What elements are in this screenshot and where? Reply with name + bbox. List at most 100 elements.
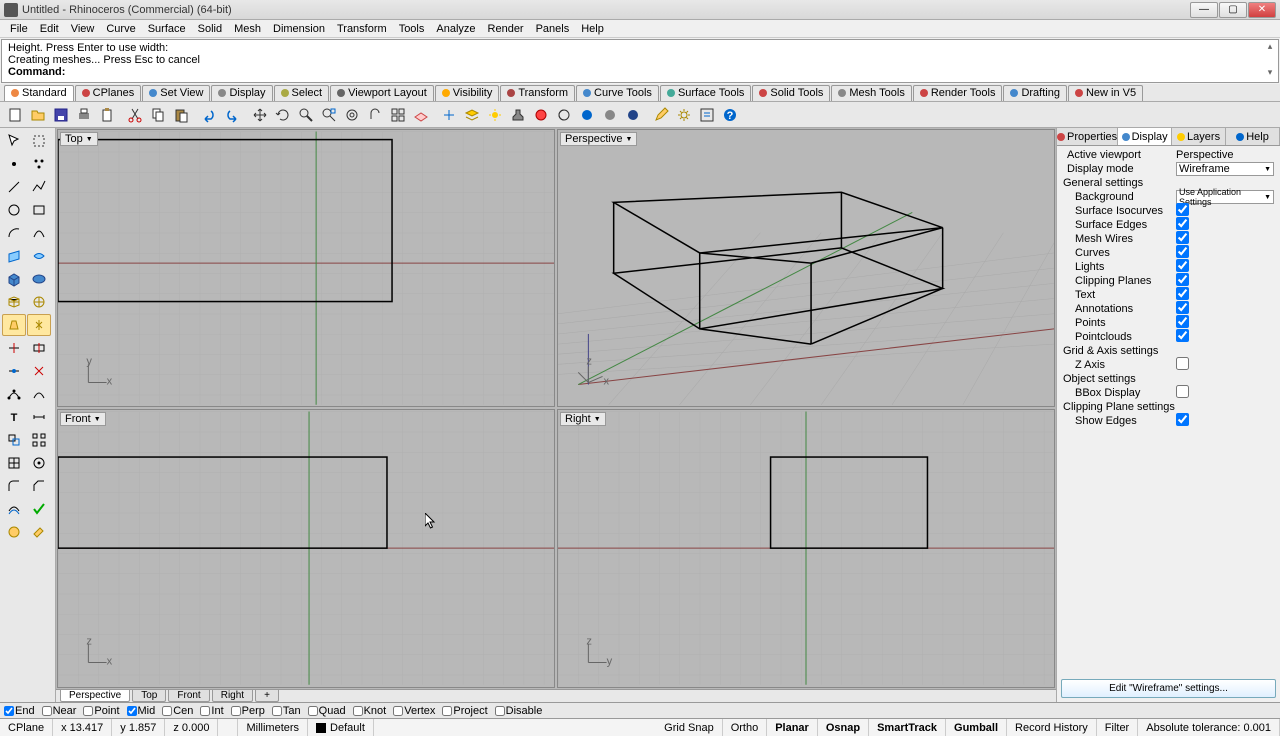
status-ortho[interactable]: Ortho bbox=[723, 719, 768, 736]
rotate-icon[interactable] bbox=[272, 104, 294, 126]
tab-viewport[interactable]: Viewport Layout bbox=[330, 85, 434, 101]
setting-checkbox-8[interactable] bbox=[1176, 315, 1189, 328]
close-button[interactable]: ✕ bbox=[1248, 2, 1276, 18]
arc-icon[interactable] bbox=[2, 222, 26, 244]
status-planar[interactable]: Planar bbox=[767, 719, 818, 736]
osnap-disable[interactable]: Disable bbox=[495, 705, 543, 717]
tab-meshtools[interactable]: Mesh Tools bbox=[831, 85, 911, 101]
osnap-vertex[interactable]: Vertex bbox=[393, 705, 435, 717]
document-options-icon[interactable] bbox=[696, 104, 718, 126]
named-position-icon[interactable] bbox=[438, 104, 460, 126]
menu-help[interactable]: Help bbox=[575, 23, 610, 35]
tab-transform[interactable]: Transform bbox=[500, 85, 575, 101]
zoom-selected-icon[interactable] bbox=[341, 104, 363, 126]
menu-transform[interactable]: Transform bbox=[331, 23, 393, 35]
revolve-icon[interactable] bbox=[27, 314, 51, 336]
rendered-icon[interactable] bbox=[622, 104, 644, 126]
clipboard-icon[interactable] bbox=[96, 104, 118, 126]
show-edges-checkbox[interactable] bbox=[1176, 413, 1189, 426]
scroll-up-icon[interactable]: ▴ bbox=[1264, 41, 1276, 53]
vptab-front[interactable]: Front bbox=[168, 690, 209, 702]
new-icon[interactable] bbox=[4, 104, 26, 126]
status-layer[interactable]: Default bbox=[308, 719, 374, 736]
mesh-icon[interactable] bbox=[2, 291, 26, 313]
vptab-right[interactable]: Right bbox=[212, 690, 253, 702]
menu-render[interactable]: Render bbox=[482, 23, 530, 35]
viewport-top[interactable]: Top▼ y x bbox=[57, 129, 555, 407]
polyline-icon[interactable] bbox=[27, 176, 51, 198]
vptab-add[interactable]: + bbox=[255, 690, 279, 702]
viewport-perspective[interactable]: Perspective▼ bbox=[557, 129, 1055, 407]
minimize-button[interactable]: — bbox=[1190, 2, 1218, 18]
snap-icon[interactable] bbox=[27, 452, 51, 474]
circle-icon[interactable] bbox=[2, 199, 26, 221]
copy-icon[interactable] bbox=[147, 104, 169, 126]
redo-icon[interactable] bbox=[221, 104, 243, 126]
scale-icon[interactable] bbox=[2, 429, 26, 451]
tab-curvetools[interactable]: Curve Tools bbox=[576, 85, 659, 101]
status-history[interactable]: Record History bbox=[1007, 719, 1097, 736]
rectangle-icon[interactable] bbox=[27, 199, 51, 221]
hide-icon[interactable] bbox=[507, 104, 529, 126]
undo-view-icon[interactable] bbox=[364, 104, 386, 126]
grid-icon[interactable] bbox=[2, 452, 26, 474]
osnap-int[interactable]: Int bbox=[200, 705, 223, 717]
dimension-icon[interactable] bbox=[27, 406, 51, 428]
status-smarttrack[interactable]: SmartTrack bbox=[869, 719, 946, 736]
panel-tab-properties[interactable]: Properties bbox=[1057, 128, 1118, 145]
setting-checkbox-4[interactable] bbox=[1176, 259, 1189, 272]
tab-display[interactable]: Display bbox=[211, 85, 272, 101]
analyze-icon[interactable] bbox=[2, 521, 26, 543]
pointer-icon[interactable] bbox=[2, 130, 26, 152]
tab-surfacetools[interactable]: Surface Tools bbox=[660, 85, 751, 101]
pointson-icon[interactable] bbox=[2, 383, 26, 405]
box-icon[interactable] bbox=[2, 268, 26, 290]
print-icon[interactable] bbox=[73, 104, 95, 126]
setting-checkbox-0[interactable] bbox=[1176, 203, 1189, 216]
menu-file[interactable]: File bbox=[4, 23, 34, 35]
points-icon[interactable] bbox=[27, 153, 51, 175]
edit-icon[interactable] bbox=[650, 104, 672, 126]
status-gumball[interactable]: Gumball bbox=[946, 719, 1007, 736]
tab-setview[interactable]: Set View bbox=[142, 85, 210, 101]
osnap-quad[interactable]: Quad bbox=[308, 705, 346, 717]
offset-icon[interactable] bbox=[2, 498, 26, 520]
zoom-icon[interactable] bbox=[295, 104, 317, 126]
toggle-icon[interactable] bbox=[484, 104, 506, 126]
extrude-icon[interactable] bbox=[2, 314, 26, 336]
setting-checkbox-9[interactable] bbox=[1176, 329, 1189, 342]
render-icon[interactable] bbox=[553, 104, 575, 126]
menu-mesh[interactable]: Mesh bbox=[228, 23, 267, 35]
point-icon[interactable] bbox=[2, 153, 26, 175]
viewport-right[interactable]: Right▼ z y bbox=[557, 409, 1055, 687]
mesh2-icon[interactable] bbox=[27, 291, 51, 313]
zoom-extents-icon[interactable] bbox=[318, 104, 340, 126]
layer-icon[interactable] bbox=[461, 104, 483, 126]
viewport-label-right[interactable]: Right▼ bbox=[560, 412, 606, 426]
tab-select[interactable]: Select bbox=[274, 85, 330, 101]
cplane-icon[interactable] bbox=[410, 104, 432, 126]
viewport-label-perspective[interactable]: Perspective▼ bbox=[560, 132, 637, 146]
array-icon[interactable] bbox=[27, 429, 51, 451]
setting-checkbox-1[interactable] bbox=[1176, 217, 1189, 230]
views-icon[interactable] bbox=[387, 104, 409, 126]
panel-tab-display[interactable]: Display bbox=[1118, 128, 1172, 145]
join-icon[interactable] bbox=[2, 360, 26, 382]
bbox-checkbox[interactable] bbox=[1176, 385, 1189, 398]
osnap-cen[interactable]: Cen bbox=[162, 705, 193, 717]
setting-checkbox-6[interactable] bbox=[1176, 287, 1189, 300]
move-icon[interactable] bbox=[249, 104, 271, 126]
curve-icon[interactable] bbox=[27, 222, 51, 244]
shade-icon[interactable] bbox=[576, 104, 598, 126]
panel-tab-layers[interactable]: Layers bbox=[1172, 128, 1226, 145]
properties-icon[interactable] bbox=[530, 104, 552, 126]
fillet-icon[interactable] bbox=[2, 475, 26, 497]
osnap-tan[interactable]: Tan bbox=[272, 705, 301, 717]
status-osnap[interactable]: Osnap bbox=[818, 719, 869, 736]
menu-tools[interactable]: Tools bbox=[393, 23, 431, 35]
lasso-icon[interactable] bbox=[27, 130, 51, 152]
undo-icon[interactable] bbox=[198, 104, 220, 126]
tab-solidtools[interactable]: Solid Tools bbox=[752, 85, 830, 101]
status-units[interactable]: Millimeters bbox=[238, 719, 308, 736]
setting-checkbox-5[interactable] bbox=[1176, 273, 1189, 286]
